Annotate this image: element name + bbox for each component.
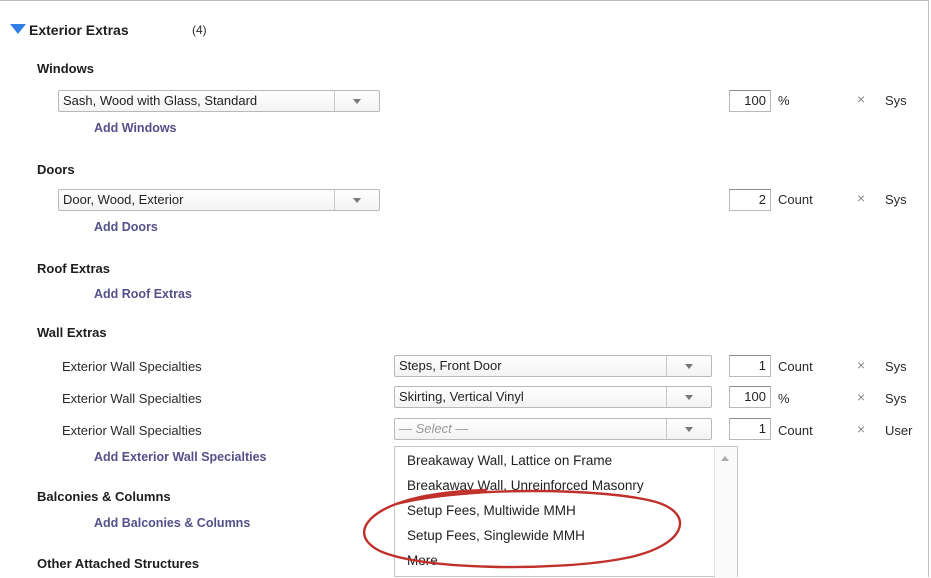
wall-row-1-quantity-input[interactable]: 1 [729, 355, 771, 377]
dropdown-option[interactable]: Breakaway Wall, Lattice on Frame [407, 453, 612, 468]
group-title-balconies-columns: Balconies & Columns [37, 489, 171, 504]
windows-unit: % [778, 93, 790, 108]
wall-row-2-source: Sys [885, 391, 907, 406]
group-title-roof-extras: Roof Extras [37, 261, 110, 276]
scroll-up-arrow-icon[interactable] [721, 456, 729, 461]
group-title-wall-extras: Wall Extras [37, 325, 107, 340]
wall-row-1-select[interactable]: Steps, Front Door [394, 355, 712, 377]
chevron-down-icon[interactable] [667, 419, 711, 439]
highlight-ellipse-annotation [363, 488, 682, 569]
wall-row-3-remove-icon[interactable]: × [857, 421, 865, 437]
chevron-down-icon[interactable] [335, 190, 379, 210]
add-doors-link[interactable]: Add Doors [94, 220, 158, 234]
dropdown-scrollbar[interactable] [714, 447, 737, 578]
wall-row-2-select[interactable]: Skirting, Vertical Vinyl [394, 386, 712, 408]
wall-row-3-select-value: — Select — [395, 419, 667, 439]
chevron-down-icon[interactable] [335, 91, 379, 111]
windows-source: Sys [885, 93, 907, 108]
windows-remove-icon[interactable]: × [857, 91, 865, 107]
add-exterior-wall-specialties-link[interactable]: Add Exterior Wall Specialties [94, 450, 267, 464]
wall-row-1-label: Exterior Wall Specialties [62, 359, 202, 374]
doors-unit: Count [778, 192, 813, 207]
group-title-doors: Doors [37, 162, 75, 177]
windows-quantity-input[interactable]: 100 [729, 90, 771, 112]
doors-select-value: Door, Wood, Exterior [59, 190, 335, 210]
wall-row-2-remove-icon[interactable]: × [857, 389, 865, 405]
doors-remove-icon[interactable]: × [857, 190, 865, 206]
collapse-triangle-icon[interactable] [10, 24, 26, 34]
wall-row-2-quantity-input[interactable]: 100 [729, 386, 771, 408]
wall-row-3-select[interactable]: — Select — [394, 418, 712, 440]
add-balconies-columns-link[interactable]: Add Balconies & Columns [94, 516, 250, 530]
wall-row-1-remove-icon[interactable]: × [857, 357, 865, 373]
doors-source: Sys [885, 192, 907, 207]
wall-row-3-quantity-input[interactable]: 1 [729, 418, 771, 440]
wall-row-2-unit: % [778, 391, 790, 406]
chevron-down-icon[interactable] [667, 356, 711, 376]
wall-row-3-label: Exterior Wall Specialties [62, 423, 202, 438]
add-roof-extras-link[interactable]: Add Roof Extras [94, 287, 192, 301]
wall-row-2-select-value: Skirting, Vertical Vinyl [395, 387, 667, 407]
section-count: (4) [192, 23, 207, 37]
doors-quantity-input[interactable]: 2 [729, 189, 771, 211]
wall-row-1-unit: Count [778, 359, 813, 374]
chevron-down-icon[interactable] [667, 387, 711, 407]
doors-select[interactable]: Door, Wood, Exterior [58, 189, 380, 211]
add-windows-link[interactable]: Add Windows [94, 121, 177, 135]
windows-select-value: Sash, Wood with Glass, Standard [59, 91, 335, 111]
group-title-windows: Windows [37, 61, 94, 76]
wall-row-1-source: Sys [885, 359, 907, 374]
section-title[interactable]: Exterior Extras [29, 22, 129, 38]
wall-row-1-select-value: Steps, Front Door [395, 356, 667, 376]
wall-row-3-unit: Count [778, 423, 813, 438]
wall-row-3-source: User [885, 423, 913, 438]
group-title-other-attached-structures: Other Attached Structures [37, 556, 200, 571]
windows-select[interactable]: Sash, Wood with Glass, Standard [58, 90, 380, 112]
wall-row-2-label: Exterior Wall Specialties [62, 391, 202, 406]
